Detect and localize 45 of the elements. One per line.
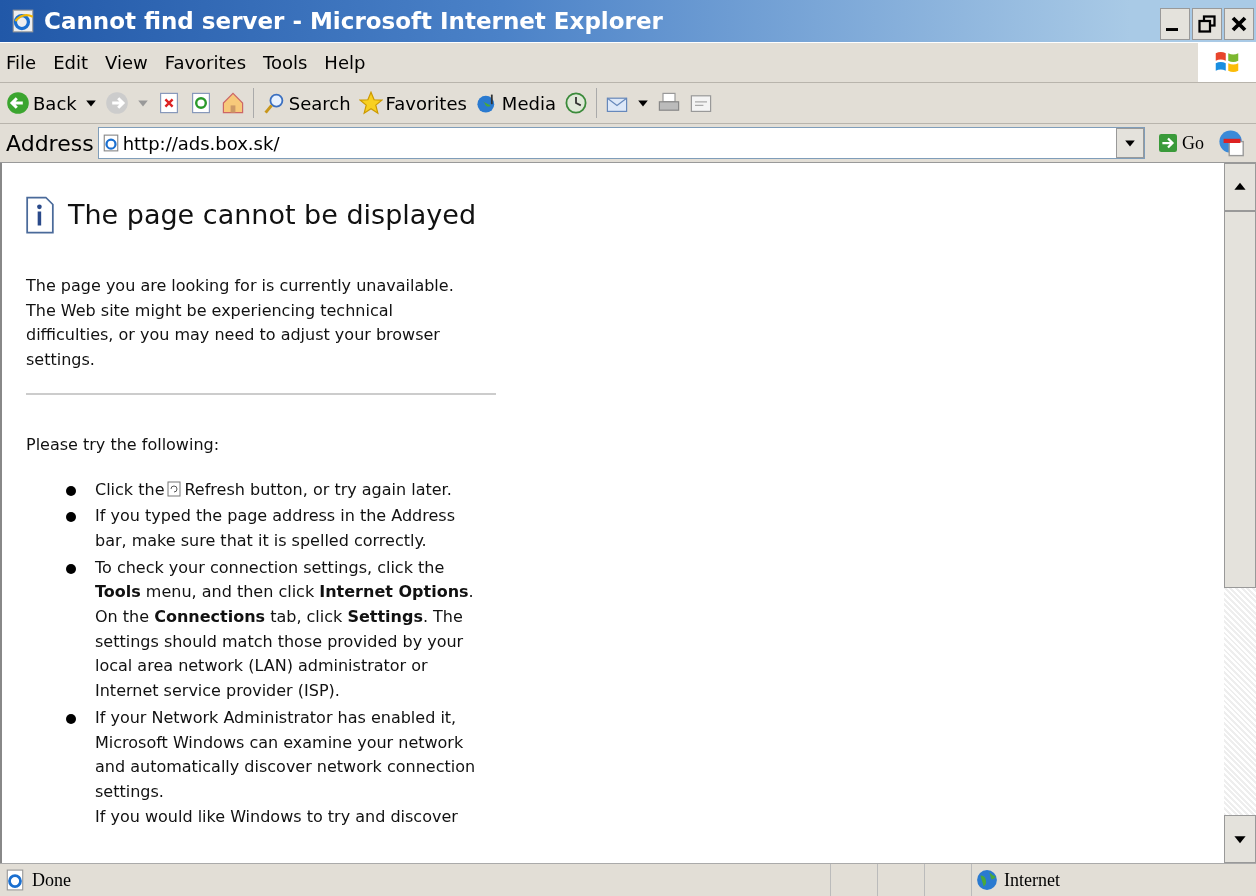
- history-icon[interactable]: [563, 91, 588, 115]
- star-icon: [358, 91, 383, 115]
- restore-icon: [1198, 14, 1216, 34]
- browser-icon: [10, 8, 36, 34]
- home-icon[interactable]: [220, 91, 245, 115]
- intro-text: The page you are looking for is currently unavailable. The Web site might be experiencing technical difficulties, or you may need to adjust your browser settings.: [26, 275, 455, 372]
- favorites-button[interactable]: Favorites: [358, 91, 467, 115]
- instruction-text: Please try the following:: [26, 433, 221, 456]
- bullet-icon: [66, 485, 76, 496]
- bullet-icon: [66, 713, 76, 724]
- zone-text: Internet: [1004, 869, 1060, 891]
- media-button[interactable]: Media: [474, 91, 556, 115]
- list-text: Refresh button, or try again later.: [184, 479, 452, 499]
- go-button[interactable]: Go: [1153, 131, 1210, 155]
- status-text: Done: [32, 869, 71, 891]
- menu-item[interactable]: Edit: [53, 52, 88, 73]
- bullet-icon: [66, 563, 76, 574]
- list-text: Click the: [95, 479, 165, 499]
- dropdown-button[interactable]: [1116, 128, 1144, 158]
- list-text: If your Network Administrator has enabled it, Microsoft Windows can examine your network and automatically discover network connection settings.: [95, 706, 476, 803]
- page-heading: The page cannot be displayed: [68, 202, 477, 228]
- menu-item[interactable]: Help: [324, 52, 366, 73]
- list-text: To check your connection settings, click the Tools menu, and then click Internet Options. On the Connections tab, click Settings. The settings should match those provided by your local area network (LAN) administrator or Internet service provider (ISP).: [95, 556, 475, 703]
- window-title: Cannot find server - Microsoft Internet Explorer: [44, 8, 664, 34]
- info-icon: [26, 196, 54, 234]
- minimize-icon: [1166, 27, 1178, 31]
- browser-icon: [4, 869, 26, 891]
- menu-item[interactable]: Favorites: [164, 52, 246, 73]
- close-button[interactable]: [1224, 8, 1254, 40]
- close-icon: [1230, 14, 1248, 34]
- address-label: Address: [6, 130, 94, 156]
- address-field[interactable]: http://ads.box.sk/: [97, 127, 1145, 159]
- restore-button[interactable]: [1192, 8, 1222, 40]
- go-arrow-icon: [1159, 134, 1177, 152]
- list-text: If you would like Windows to try and discover: [95, 805, 459, 828]
- page-icon: [101, 134, 120, 152]
- scrollbar[interactable]: [1224, 163, 1256, 863]
- bullet-icon: [66, 512, 76, 523]
- minimize-button[interactable]: [1160, 8, 1190, 40]
- search-button[interactable]: Search: [261, 91, 351, 115]
- menu-item[interactable]: File: [6, 52, 37, 73]
- menu-item[interactable]: View: [105, 52, 148, 73]
- menu-item[interactable]: Tools: [263, 52, 308, 73]
- list-text: If you typed the page address in the Address bar, make sure that it is spelled correctly.: [95, 505, 456, 552]
- back-button[interactable]: Back: [6, 91, 77, 115]
